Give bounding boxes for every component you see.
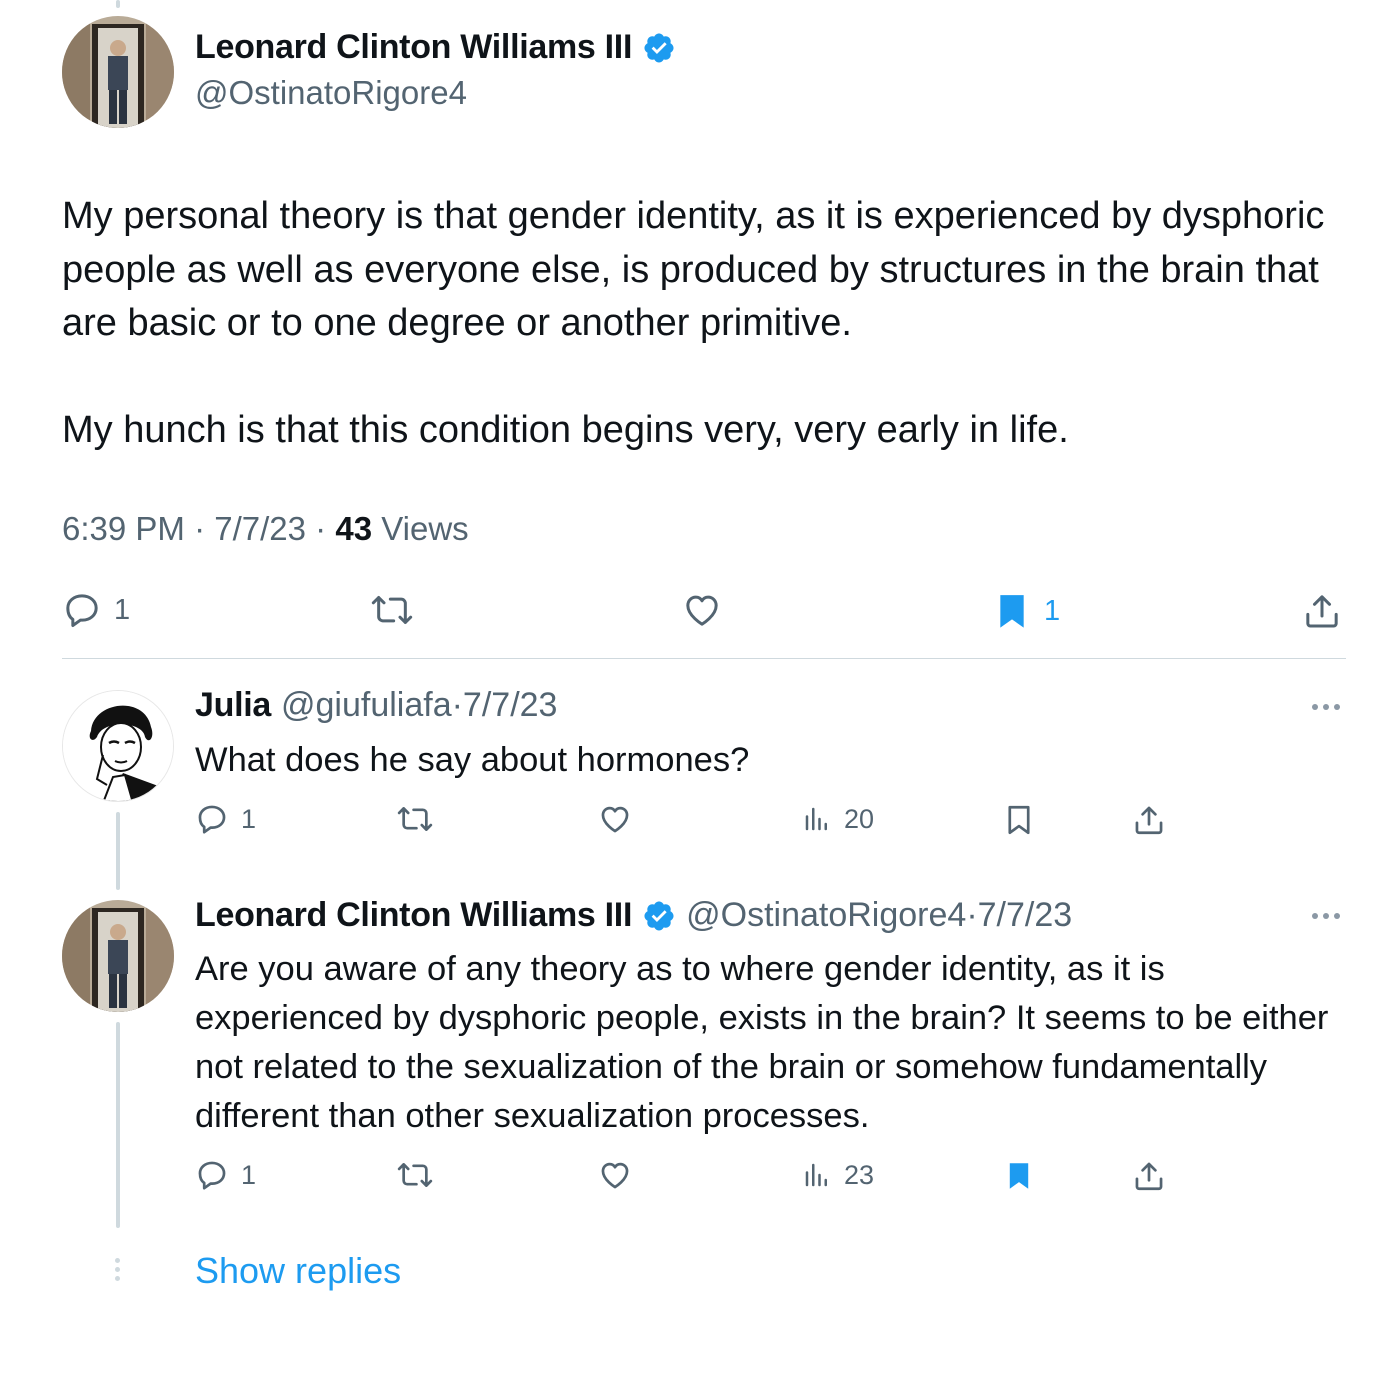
- avatar[interactable]: [62, 16, 174, 128]
- reply-text: What does he say about hormones?: [195, 741, 750, 779]
- retweet-button[interactable]: [396, 1158, 434, 1192]
- divider: [62, 658, 1346, 659]
- reply-count: 1: [114, 593, 131, 626]
- tweet-time[interactable]: 6:39 PM: [62, 510, 185, 547]
- bookmark-icon: [1009, 1163, 1029, 1189]
- more-icon[interactable]: [1312, 913, 1340, 919]
- reply-text: Are you aware of any theory as to where …: [195, 950, 1329, 1135]
- reply-author-handle[interactable]: @OstinatoRigore4: [686, 896, 966, 935]
- retweet-icon: [397, 807, 433, 831]
- bookmark-button[interactable]: 1: [992, 590, 1060, 632]
- bookmark-button[interactable]: [1002, 1158, 1036, 1194]
- like-icon: [601, 806, 629, 833]
- reply-date[interactable]: ·7/7/23: [966, 896, 1072, 935]
- more-icon[interactable]: [1312, 704, 1340, 710]
- like-icon: [686, 595, 718, 626]
- reply-button[interactable]: 1: [62, 590, 130, 630]
- retweet-button[interactable]: [370, 590, 414, 630]
- author-name[interactable]: Leonard Clinton Williams III: [195, 28, 676, 67]
- reply-header: Julia @giufuliafa ·7/7/23: [195, 686, 557, 725]
- meta-separator: ·: [194, 510, 206, 547]
- reply-count: 1: [241, 803, 257, 834]
- share-icon: [1306, 595, 1338, 628]
- bookmark-button[interactable]: [1002, 802, 1036, 838]
- retweet-button[interactable]: [396, 802, 434, 836]
- reply-date[interactable]: ·7/7/23: [452, 686, 558, 725]
- show-replies-link[interactable]: Show replies: [195, 1250, 401, 1292]
- reply-author-name[interactable]: Leonard Clinton Williams III: [195, 896, 632, 935]
- tweet-paragraph: My hunch is that this condition begins v…: [62, 408, 1069, 451]
- reply-author-handle[interactable]: @giufuliafa: [281, 686, 452, 725]
- thread-line-reply-1: [116, 812, 120, 890]
- verified-badge-icon: [644, 900, 674, 931]
- bookmark-icon: [1008, 805, 1030, 835]
- bookmark-count: 1: [1044, 594, 1061, 627]
- meta-separator: ·: [315, 510, 327, 547]
- share-button[interactable]: [1132, 1158, 1166, 1194]
- reply-header: Leonard Clinton Williams III @OstinatoRi…: [195, 896, 1072, 935]
- like-button[interactable]: [682, 590, 722, 630]
- share-button[interactable]: [1302, 590, 1342, 632]
- views-button[interactable]: 23: [802, 1158, 874, 1192]
- thread-line-top: [116, 0, 120, 8]
- thread-continuation-dots: [115, 1258, 120, 1281]
- bookmark-icon: [1000, 595, 1024, 628]
- share-icon: [1135, 806, 1163, 835]
- views-icon: [805, 807, 827, 831]
- avatar[interactable]: [62, 900, 174, 1012]
- reply-author-name[interactable]: Julia: [195, 686, 271, 725]
- retweet-icon: [371, 596, 413, 624]
- tweet-paragraph: My personal theory is that gender identi…: [62, 195, 1325, 344]
- reply-count: 1: [241, 1159, 257, 1190]
- like-button[interactable]: [598, 802, 632, 836]
- like-icon: [601, 1162, 629, 1189]
- author-name-text: Leonard Clinton Williams III: [195, 28, 633, 66]
- reply-button[interactable]: 1: [195, 1158, 256, 1192]
- retweet-icon: [397, 1163, 433, 1187]
- verified-badge-icon: [644, 32, 674, 63]
- reply-icon: [198, 805, 226, 834]
- tweet-date[interactable]: 7/7/23: [214, 510, 306, 547]
- reply-button[interactable]: 1: [195, 802, 256, 836]
- reply-icon: [66, 594, 98, 627]
- views-count: 43: [335, 510, 373, 547]
- thread-line-reply-2: [116, 1022, 120, 1228]
- tweet-meta: 6:39 PM · 7/7/23 · 43 Views: [62, 510, 469, 548]
- like-button[interactable]: [598, 1158, 632, 1192]
- reply-icon: [198, 1161, 226, 1190]
- views-button[interactable]: 20: [802, 802, 874, 836]
- views-count: 20: [844, 803, 875, 834]
- share-icon: [1135, 1162, 1163, 1191]
- share-button[interactable]: [1132, 802, 1166, 838]
- avatar[interactable]: [62, 690, 174, 802]
- views-icon: [805, 1163, 827, 1187]
- views-count: 23: [844, 1159, 875, 1190]
- views-label: Views: [381, 510, 469, 547]
- tweet-text: My personal theory is that gender identi…: [62, 190, 1352, 457]
- author-handle[interactable]: @OstinatoRigore4: [195, 74, 467, 112]
